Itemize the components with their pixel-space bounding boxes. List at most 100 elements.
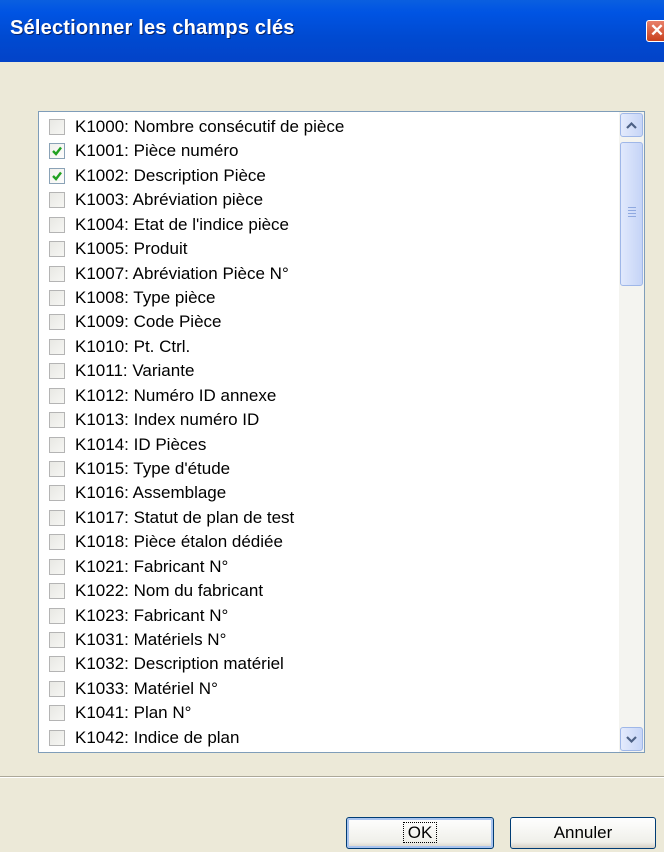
- list-item[interactable]: K1015: Type d'étude: [39, 458, 619, 482]
- ok-button-label: OK: [402, 822, 438, 843]
- item-label: K1008: Type pièce: [75, 288, 216, 307]
- item-label: K1007: Abréviation Pièce N°: [75, 263, 289, 283]
- item-label: K1013: Index numéro ID: [75, 410, 260, 430]
- list-item[interactable]: K1003: Abréviation pièce: [39, 189, 619, 213]
- item-label: K1005: Produit: [75, 239, 188, 259]
- close-button[interactable]: ✕: [646, 20, 664, 42]
- list-item[interactable]: K1014: ID Pièces: [39, 434, 619, 458]
- item-label: K1003: Abréviation pièce: [75, 190, 264, 210]
- item-label: K1010: Pt. Ctrl.: [75, 336, 191, 356]
- list-item[interactable]: K1007: Abréviation Pièce N°: [39, 263, 619, 287]
- title-bar[interactable]: Sélectionner les champs clés ✕: [0, 0, 664, 62]
- item-checkbox[interactable]: [49, 338, 65, 355]
- list-item[interactable]: K1021: Fabricant N°: [39, 556, 619, 580]
- item-checkbox[interactable]: [49, 387, 65, 404]
- cancel-button[interactable]: Annuler: [510, 817, 656, 849]
- item-checkbox[interactable]: [49, 192, 65, 209]
- dialog-title: Sélectionner les champs clés: [10, 17, 295, 39]
- item-label: K1031: Matériels N°: [75, 630, 227, 650]
- item-label: K1011: Variante: [75, 361, 195, 381]
- item-label: K1017: Statut de plan de test: [75, 507, 295, 527]
- item-label: K1001: Pièce numéro: [75, 141, 239, 161]
- list-item[interactable]: K1023: Fabricant N°: [39, 605, 619, 629]
- list-item[interactable]: K1001: Pièce numéro: [39, 140, 619, 164]
- list-item[interactable]: K1031: Matériels N°: [39, 629, 619, 653]
- chevron-down-icon: [626, 736, 637, 744]
- item-label: K1014: ID Pièces: [75, 434, 207, 454]
- list-item[interactable]: K1022: Nom du fabricant: [39, 580, 619, 604]
- list-item[interactable]: K1016: Assemblage: [39, 482, 619, 506]
- item-label: K1016: Assemblage: [75, 483, 227, 503]
- item-checkbox[interactable]: [49, 363, 65, 380]
- item-checkbox[interactable]: [49, 680, 65, 697]
- item-checkbox[interactable]: [49, 216, 65, 233]
- scroll-thumb[interactable]: [620, 142, 643, 286]
- item-checkbox[interactable]: [49, 265, 65, 282]
- list-item[interactable]: K1008: Type pièce: [39, 287, 619, 311]
- list-item[interactable]: K1005: Produit: [39, 238, 619, 262]
- grip-line: [628, 213, 636, 214]
- key-fields-listbox[interactable]: K1000: Nombre consécutif de pièce K1001: …: [38, 111, 645, 753]
- item-label: K1032: Description matériel: [75, 654, 284, 674]
- item-label: K1021: Fabricant N°: [75, 556, 229, 576]
- item-checkbox[interactable]: [49, 632, 65, 649]
- ok-button[interactable]: OK: [346, 817, 494, 849]
- list-item[interactable]: K1042: Indice de plan: [39, 727, 619, 751]
- close-icon: ✕: [649, 21, 664, 40]
- item-label: K1041: Plan N°: [75, 703, 192, 723]
- item-label: K1015: Type d'étude: [75, 459, 231, 479]
- item-label: K1042: Indice de plan: [75, 727, 240, 747]
- item-checkbox[interactable]: [49, 119, 65, 135]
- checkmark-icon: [52, 171, 62, 181]
- item-checkbox[interactable]: [49, 729, 65, 746]
- grip-line: [628, 207, 636, 208]
- item-label: K1002: Description Pièce: [75, 165, 266, 185]
- item-label: K1004: Etat de l'indice pièce: [75, 214, 290, 234]
- chevron-up-icon: [626, 121, 637, 129]
- list-item[interactable]: K1041: Plan N°: [39, 702, 619, 726]
- item-label: K1012: Numéro ID annexe: [75, 385, 277, 405]
- list-item[interactable]: K1002: Description Pièce: [39, 165, 619, 189]
- scroll-up-button[interactable]: [620, 113, 643, 137]
- item-label: K1023: Fabricant N°: [75, 605, 229, 625]
- list-item[interactable]: K1013: Index numéro ID: [39, 409, 619, 433]
- item-label: K1000: Nombre consécutif de pièce: [75, 117, 345, 136]
- grip-line: [628, 210, 636, 211]
- item-label: K1022: Nom du fabricant: [75, 581, 264, 601]
- scroll-down-button[interactable]: [620, 727, 643, 751]
- item-label: K1018: Pièce étalon dédiée: [75, 532, 283, 552]
- list-item[interactable]: K1018: Pièce étalon dédiée: [39, 531, 619, 555]
- item-checkbox[interactable]: [49, 656, 65, 673]
- checkmark-icon: [52, 147, 62, 157]
- item-checkbox[interactable]: [49, 290, 65, 306]
- item-label: K1033: Matériel N°: [75, 678, 218, 698]
- list-item[interactable]: K1010: Pt. Ctrl.: [39, 336, 619, 360]
- list-item[interactable]: K1012: Numéro ID annexe: [39, 385, 619, 409]
- item-checkbox[interactable]: [49, 485, 65, 502]
- item-checkbox[interactable]: [49, 241, 65, 258]
- item-checkbox[interactable]: [49, 534, 65, 551]
- grip-line: [628, 216, 636, 217]
- item-checkbox[interactable]: [49, 436, 65, 453]
- list-item[interactable]: K1032: Description matériel: [39, 653, 619, 677]
- list-item[interactable]: K1009: Code Pièce: [39, 311, 619, 335]
- item-checkbox[interactable]: [49, 412, 65, 429]
- list-item[interactable]: K1033: Matériel N°: [39, 678, 619, 702]
- cancel-button-label: Annuler: [553, 823, 613, 842]
- item-checkbox[interactable]: [49, 558, 65, 575]
- item-checkbox[interactable]: [49, 583, 65, 600]
- item-checkbox[interactable]: [49, 314, 65, 331]
- item-label: K1009: Code Pièce: [75, 312, 222, 332]
- item-checkbox[interactable]: [49, 143, 65, 160]
- list-item[interactable]: K1000: Nombre consécutif de pièce: [39, 116, 619, 140]
- item-checkbox[interactable]: [49, 167, 65, 184]
- list-item[interactable]: K1011: Variante: [39, 360, 619, 384]
- list-item[interactable]: K1017: Statut de plan de test: [39, 507, 619, 531]
- item-checkbox[interactable]: [49, 705, 65, 722]
- vertical-scrollbar[interactable]: [619, 112, 644, 752]
- item-checkbox[interactable]: [49, 607, 65, 624]
- list-item[interactable]: K1004: Etat de l'indice pièce: [39, 214, 619, 238]
- separator: [0, 776, 664, 778]
- item-checkbox[interactable]: [49, 461, 65, 478]
- item-checkbox[interactable]: [49, 509, 65, 526]
